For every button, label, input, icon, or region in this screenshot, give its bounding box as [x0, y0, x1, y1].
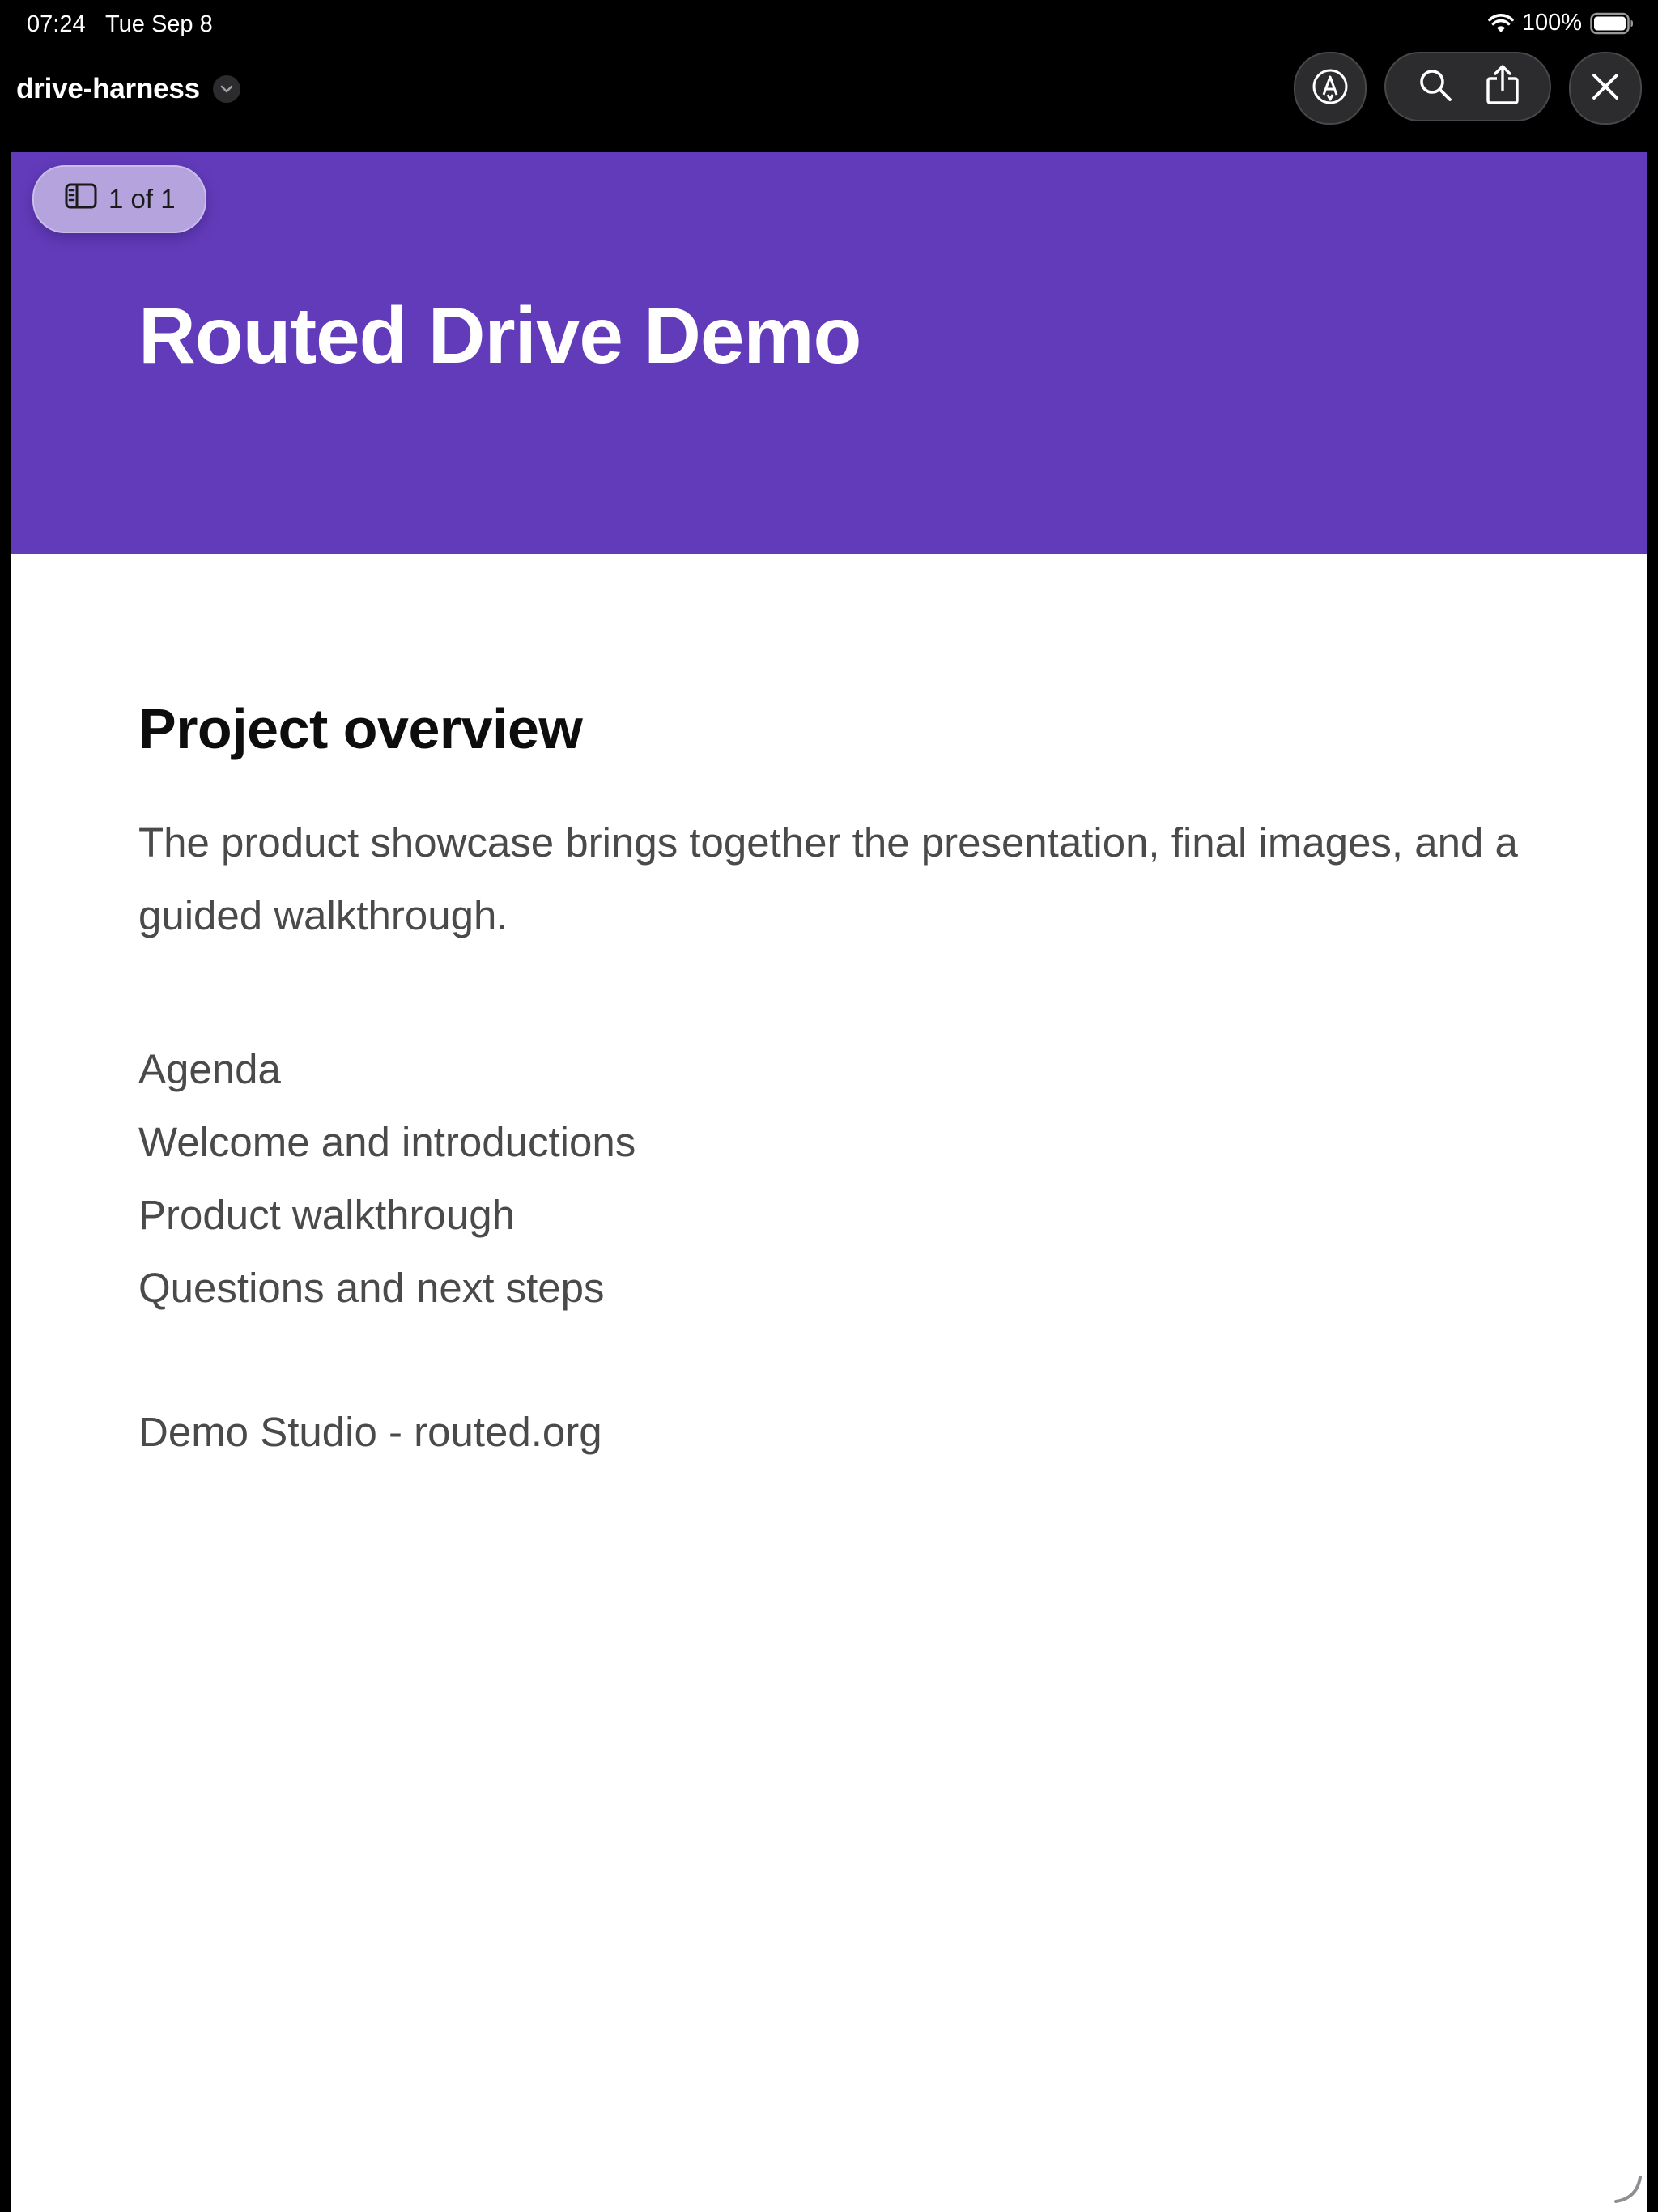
footer-text: Demo Studio - routed.org: [138, 1409, 602, 1455]
agenda-heading: Agenda: [138, 1046, 281, 1092]
search-share-group: [1384, 52, 1551, 121]
status-bar: 07:24 Tue Sep 8 100%: [0, 0, 1658, 52]
agenda-item: Welcome and introductions: [138, 1119, 636, 1165]
close-button[interactable]: [1569, 52, 1642, 125]
section-heading: Project overview: [138, 697, 583, 760]
battery-percent: 100%: [1521, 10, 1582, 36]
sidebar-icon: [65, 183, 97, 215]
document-title-menu[interactable]: drive-harness: [16, 73, 240, 105]
agenda-item: Product walkthrough: [138, 1192, 515, 1238]
top-toolbar: drive-harness: [0, 52, 1658, 152]
document-title: drive-harness: [16, 73, 200, 104]
wifi-icon: [1488, 13, 1514, 34]
status-indicators: 100%: [1488, 10, 1634, 36]
search-icon: [1416, 69, 1455, 108]
document-content: Project overview The product showcase br…: [138, 696, 1531, 1469]
status-date: Tue Sep 8: [105, 11, 213, 37]
agenda-item: Questions and next steps: [138, 1265, 605, 1311]
title-banner: Routed Drive Demo: [11, 152, 1647, 554]
status-time: 07:24: [27, 11, 86, 37]
close-icon: [1589, 70, 1622, 107]
markup-icon: [1311, 67, 1350, 110]
chevron-down-icon[interactable]: [212, 75, 240, 103]
overview-paragraph: The product showcase brings together the…: [138, 819, 1518, 938]
search-button[interactable]: [1416, 66, 1455, 108]
document-page: Routed Drive Demo 1 of 1 Project overvie…: [11, 152, 1647, 2212]
page-indicator-label: 1 of 1: [108, 184, 176, 214]
banner-title: Routed Drive Demo: [138, 291, 861, 380]
resize-handle-icon[interactable]: [1613, 2174, 1642, 2207]
share-icon: [1485, 64, 1520, 109]
page-indicator-button[interactable]: 1 of 1: [32, 165, 206, 233]
battery-icon: [1590, 12, 1634, 35]
share-button[interactable]: [1485, 64, 1520, 110]
agenda-list: Agenda Welcome and introductions Product…: [138, 1033, 1531, 1325]
markup-button[interactable]: [1294, 52, 1367, 125]
